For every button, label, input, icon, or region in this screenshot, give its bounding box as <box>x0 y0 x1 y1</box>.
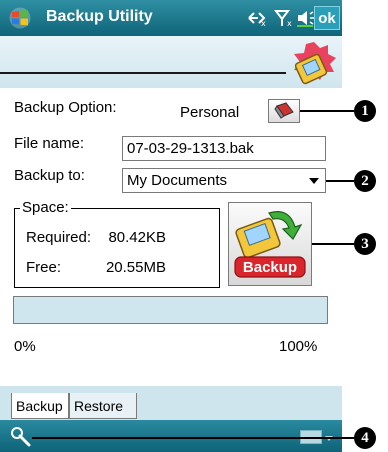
required-label: Required: <box>26 229 92 246</box>
windows-flag-icon[interactable] <box>8 7 32 29</box>
ok-button[interactable]: ok <box>314 6 340 30</box>
space-title: Space: <box>20 199 71 216</box>
callout-line-4 <box>32 437 354 439</box>
wrench-icon[interactable] <box>10 426 32 448</box>
callout-3: 3 <box>354 233 376 255</box>
free-label: Free: <box>26 259 62 276</box>
backup-option-value: Personal <box>180 104 240 121</box>
backup-to-dropdown[interactable]: My Documents <box>122 168 326 193</box>
chevron-down-icon <box>309 178 319 184</box>
required-value: 80.42KB <box>108 229 166 246</box>
backup-to-label: Backup to: <box>14 167 85 184</box>
backup-option-button[interactable] <box>268 99 300 123</box>
callout-line-3 <box>312 243 354 245</box>
free-value: 20.55MB <box>105 259 166 276</box>
header-divider <box>0 72 286 74</box>
backup-icon: Backup <box>234 211 306 278</box>
bottom-bar <box>0 420 342 452</box>
app-title: Backup Utility <box>46 8 153 25</box>
volume-icon[interactable] <box>296 9 316 27</box>
file-name-label: File name: <box>14 135 85 152</box>
callout-1: 1 <box>354 100 376 122</box>
backup-option-label: Backup Option: <box>14 99 117 116</box>
connectivity-icon[interactable]: x <box>246 9 268 27</box>
title-bar: Backup Utility x x ok <box>0 0 342 36</box>
progress-start-label: 0% <box>14 338 36 355</box>
callout-2: 2 <box>354 170 376 192</box>
svg-text:x: x <box>261 19 266 27</box>
eraser-icon <box>274 102 294 119</box>
backup-utility-logo-icon <box>294 42 336 85</box>
callout-line-2 <box>326 180 354 182</box>
svg-text:x: x <box>287 19 292 27</box>
tab-backup[interactable]: Backup <box>11 393 69 419</box>
file-name-input[interactable]: 07-03-29-1313.bak <box>122 136 326 161</box>
callout-4: 4 <box>354 427 376 449</box>
callout-line-1 <box>300 110 354 112</box>
tab-restore[interactable]: Restore <box>69 393 137 419</box>
backup-button[interactable]: Backup <box>228 202 312 286</box>
device-screen: Backup Utility x x ok Backup Option: Per… <box>0 0 342 452</box>
backup-to-value: My Documents <box>127 172 228 189</box>
progress-end-label: 100% <box>279 338 318 355</box>
signal-icon[interactable]: x <box>274 9 294 27</box>
progress-bar <box>13 296 328 324</box>
space-groupbox <box>14 208 220 288</box>
backup-button-label: Backup <box>243 259 297 276</box>
